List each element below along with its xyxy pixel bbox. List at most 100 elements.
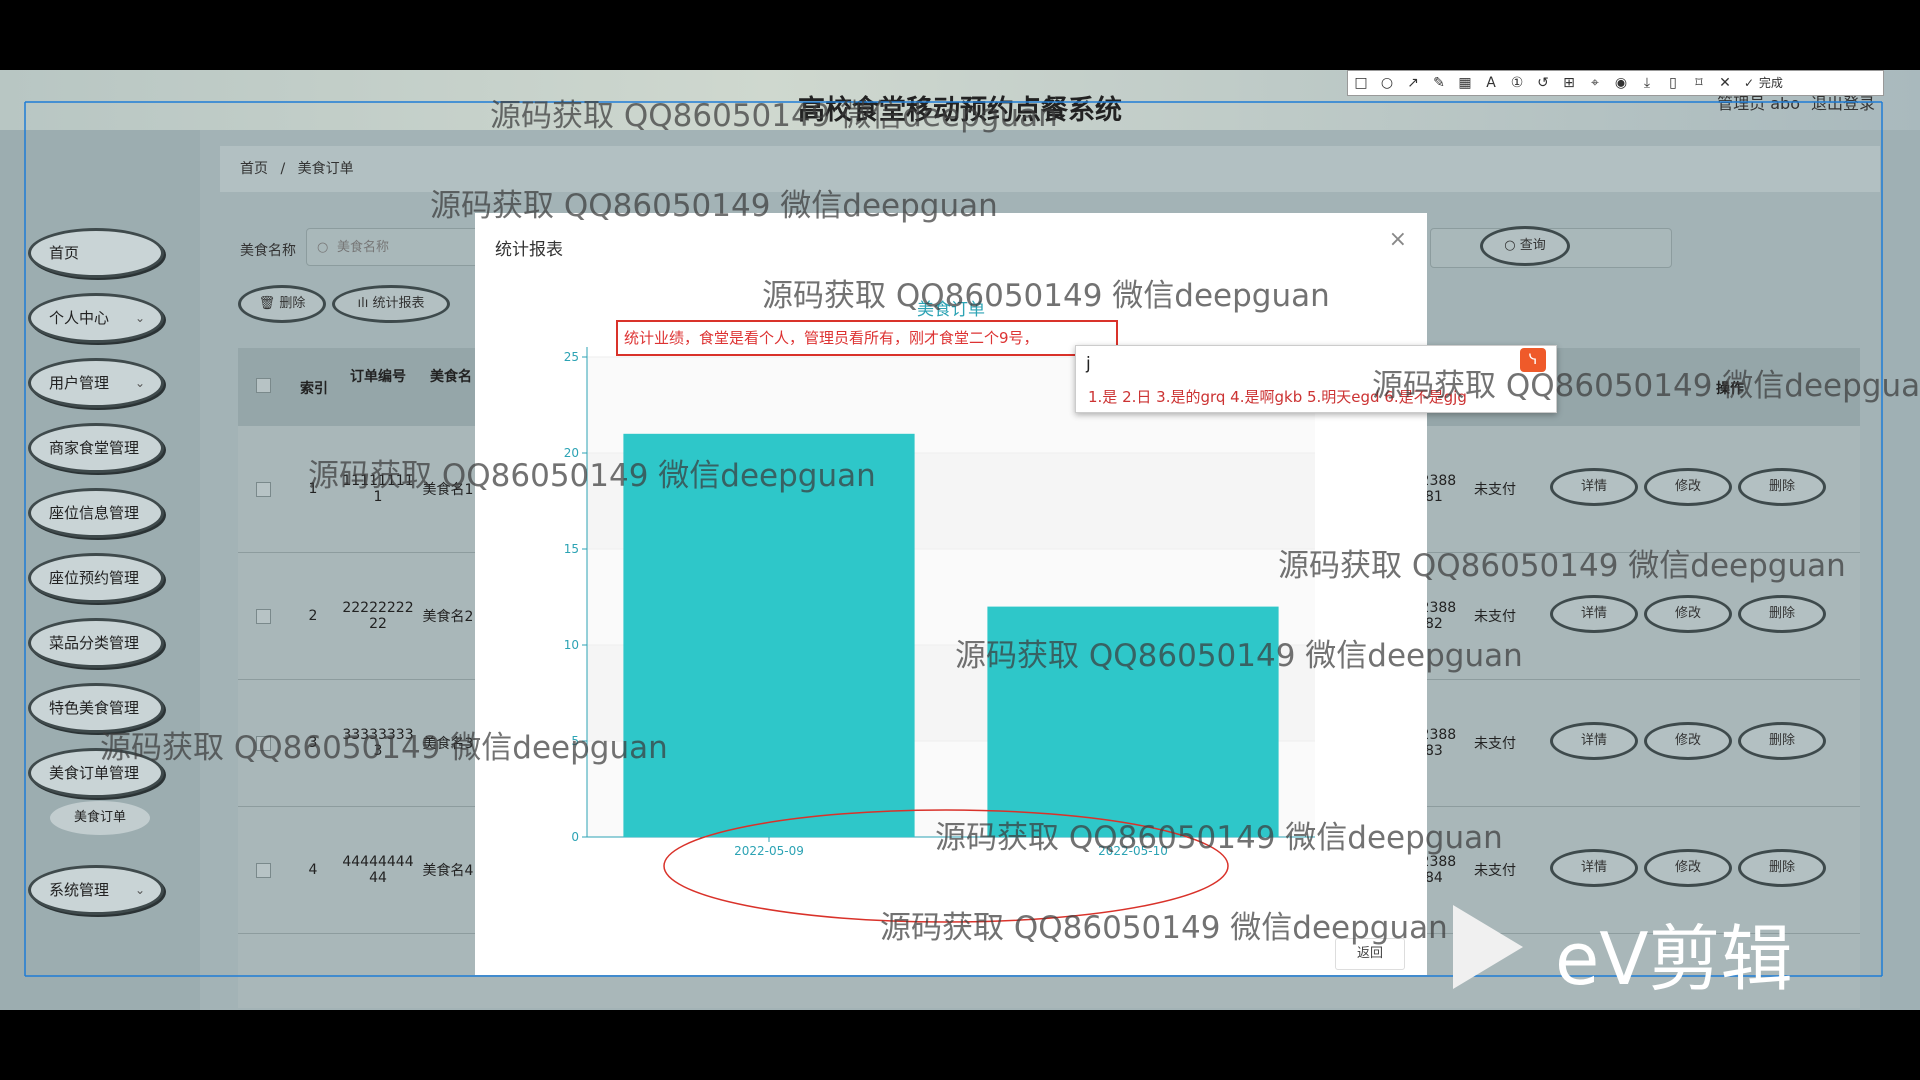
- sidebar-item-home[interactable]: 首页: [28, 228, 164, 278]
- detail-button[interactable]: 详情: [1550, 849, 1638, 887]
- header-order-no[interactable]: 订单编号: [350, 366, 406, 386]
- copy-icon[interactable]: ▯: [1660, 71, 1686, 95]
- mosaic-icon[interactable]: ▦: [1452, 71, 1478, 95]
- sidebar: 首页 个人中心 ⌄ 用户管理 ⌄ 商家食堂管理 座位信息管理 座位预约管理 菜品分类…: [0, 130, 200, 1010]
- search-label: 美食名称: [240, 243, 296, 259]
- cell-index: 2: [308, 608, 318, 624]
- sidebar-item-canteens[interactable]: 商家食堂管理: [28, 423, 164, 473]
- circle-icon[interactable]: ○: [1374, 71, 1400, 95]
- search-icon: ○: [317, 240, 329, 255]
- delete-row-button[interactable]: 删除: [1738, 849, 1826, 887]
- watermark: 源码获取 QQ86050149 微信deepguan: [100, 730, 668, 766]
- y-tick-label: 25: [564, 350, 579, 364]
- watermark: 源码获取 QQ86050149 微信deepguan: [1278, 548, 1846, 584]
- cell-status: 未支付: [1474, 482, 1516, 498]
- header-food-name[interactable]: 美食名: [430, 366, 472, 386]
- watermark: 源码获取 QQ86050149 微信deepguan: [308, 458, 876, 494]
- sidebar-item-label: 座位信息管理: [49, 504, 140, 522]
- bar-chart-icon: ılı: [357, 296, 373, 311]
- trash-icon: 🗑: [258, 296, 280, 311]
- rectangle-icon[interactable]: □: [1348, 71, 1374, 95]
- header-index: 索引: [300, 381, 328, 397]
- row-checkbox[interactable]: [255, 608, 271, 624]
- chevron-down-icon: ⌄: [134, 376, 145, 390]
- text-icon[interactable]: A: [1478, 71, 1504, 95]
- cell-index: 4: [308, 862, 318, 878]
- cell-status: 未支付: [1474, 736, 1516, 752]
- search-placeholder: 美食名称: [337, 240, 390, 255]
- sidebar-item-seats[interactable]: 座位信息管理: [28, 488, 164, 538]
- query-label: 查询: [1519, 238, 1546, 253]
- sidebar-item-label: 座位预约管理: [49, 569, 140, 587]
- breadcrumb-current: 美食订单: [297, 161, 354, 177]
- delete-row-button[interactable]: 删除: [1738, 468, 1826, 506]
- sidebar-item-label: 用户管理: [49, 374, 110, 392]
- sidebar-item-seat-booking[interactable]: 座位预约管理: [28, 553, 164, 603]
- sidebar-item-system[interactable]: 系统管理 ⌄: [28, 865, 164, 915]
- editor-brand: eV剪辑: [1555, 917, 1793, 1001]
- cell-food: 美食名4: [422, 863, 474, 879]
- delete-row-button[interactable]: 删除: [1738, 595, 1826, 633]
- watermark: 源码获取 QQ86050149 微信deepguan: [430, 188, 998, 224]
- record-icon[interactable]: ◉: [1608, 71, 1634, 95]
- select-all-checkbox[interactable]: [256, 378, 271, 393]
- row-checkbox[interactable]: [255, 862, 271, 878]
- edit-button[interactable]: 修改: [1644, 849, 1732, 887]
- sidebar-item-label: 首页: [49, 244, 80, 262]
- edit-button[interactable]: 修改: [1644, 468, 1732, 506]
- undo-icon[interactable]: ↺: [1530, 71, 1556, 95]
- breadcrumb-separator: /: [280, 161, 286, 177]
- ime-input: j: [1086, 354, 1091, 374]
- sidebar-item-label: 系统管理: [49, 881, 110, 899]
- ocr-icon[interactable]: ⊞: [1556, 71, 1582, 95]
- stats-report-button[interactable]: ılı 统计报表: [332, 285, 450, 323]
- sidebar-item-categories[interactable]: 菜品分类管理: [28, 618, 164, 668]
- sidebar-item-profile[interactable]: 个人中心 ⌄: [28, 293, 164, 343]
- cell-order-no: 2222222222: [342, 600, 414, 632]
- search-icon: ○: [1504, 238, 1520, 253]
- delete-button[interactable]: 🗑 删除: [238, 285, 326, 323]
- detail-button[interactable]: 详情: [1550, 722, 1638, 760]
- cancel-icon[interactable]: ✕: [1712, 71, 1738, 95]
- watermark: 源码获取 QQ86050149 微信deepguan: [880, 910, 1448, 946]
- detail-button[interactable]: 详情: [1550, 595, 1638, 633]
- edit-button[interactable]: 修改: [1644, 722, 1732, 760]
- number-icon[interactable]: ①: [1504, 71, 1530, 95]
- row-checkbox[interactable]: [255, 481, 271, 497]
- download-icon[interactable]: ⤓: [1634, 71, 1660, 95]
- cell-order-no: 4444444444: [342, 854, 414, 886]
- delete-row-button[interactable]: 删除: [1738, 722, 1826, 760]
- edit-button[interactable]: 修改: [1644, 595, 1732, 633]
- query-button[interactable]: ○ 查询: [1480, 226, 1570, 266]
- breadcrumb-home[interactable]: 首页: [240, 161, 268, 177]
- cell-food: 美食名2: [422, 609, 474, 625]
- watermark: 源码获取 QQ86050149 微信deepguan: [935, 820, 1503, 856]
- detail-button[interactable]: 详情: [1550, 468, 1638, 506]
- pin-icon[interactable]: ⌖: [1582, 71, 1608, 95]
- watermark: 源码获取 QQ86050149 微信deepguan: [490, 98, 1058, 134]
- y-tick-label: 10: [564, 638, 579, 652]
- y-tick-label: 15: [564, 542, 579, 556]
- sidebar-item-label: 特色美食管理: [49, 699, 140, 717]
- sidebar-item-label: 个人中心: [49, 309, 110, 327]
- play-icon: [1453, 905, 1523, 989]
- stats-label: 统计报表: [372, 296, 425, 311]
- sidebar-item-label: 商家食堂管理: [49, 439, 140, 457]
- annotation-textbox[interactable]: 统计业绩，食堂是看个人，管理员看所有，刚才食堂二个9号，: [616, 320, 1118, 356]
- chevron-down-icon: ⌄: [134, 311, 145, 325]
- watermark: 源码获取 QQ86050149 微信deepguan: [1372, 368, 1920, 404]
- x-tick-label: 2022-05-09: [734, 844, 804, 858]
- bookmark-icon[interactable]: ⌑: [1686, 71, 1712, 95]
- sidebar-item-label: 菜品分类管理: [49, 634, 140, 652]
- watermark: 源码获取 QQ86050149 微信deepguan: [762, 278, 1330, 314]
- arrow-icon[interactable]: ↗: [1400, 71, 1426, 95]
- sidebar-subitem-orders[interactable]: 美食订单: [50, 801, 150, 835]
- done-button[interactable]: ✓ 完成: [1738, 71, 1790, 95]
- y-tick-label: 0: [571, 830, 579, 844]
- sidebar-item-users[interactable]: 用户管理 ⌄: [28, 358, 164, 408]
- delete-label: 删除: [279, 296, 306, 311]
- chevron-down-icon: ⌄: [134, 883, 145, 897]
- pen-icon[interactable]: ✎: [1426, 71, 1452, 95]
- watermark: 源码获取 QQ86050149 微信deepguan: [955, 638, 1523, 674]
- screenshot-toolbar: □ ○ ↗ ✎ ▦ A ① ↺ ⊞ ⌖ ◉ ⤓ ▯ ⌑ ✕ ✓ 完成: [1347, 70, 1884, 96]
